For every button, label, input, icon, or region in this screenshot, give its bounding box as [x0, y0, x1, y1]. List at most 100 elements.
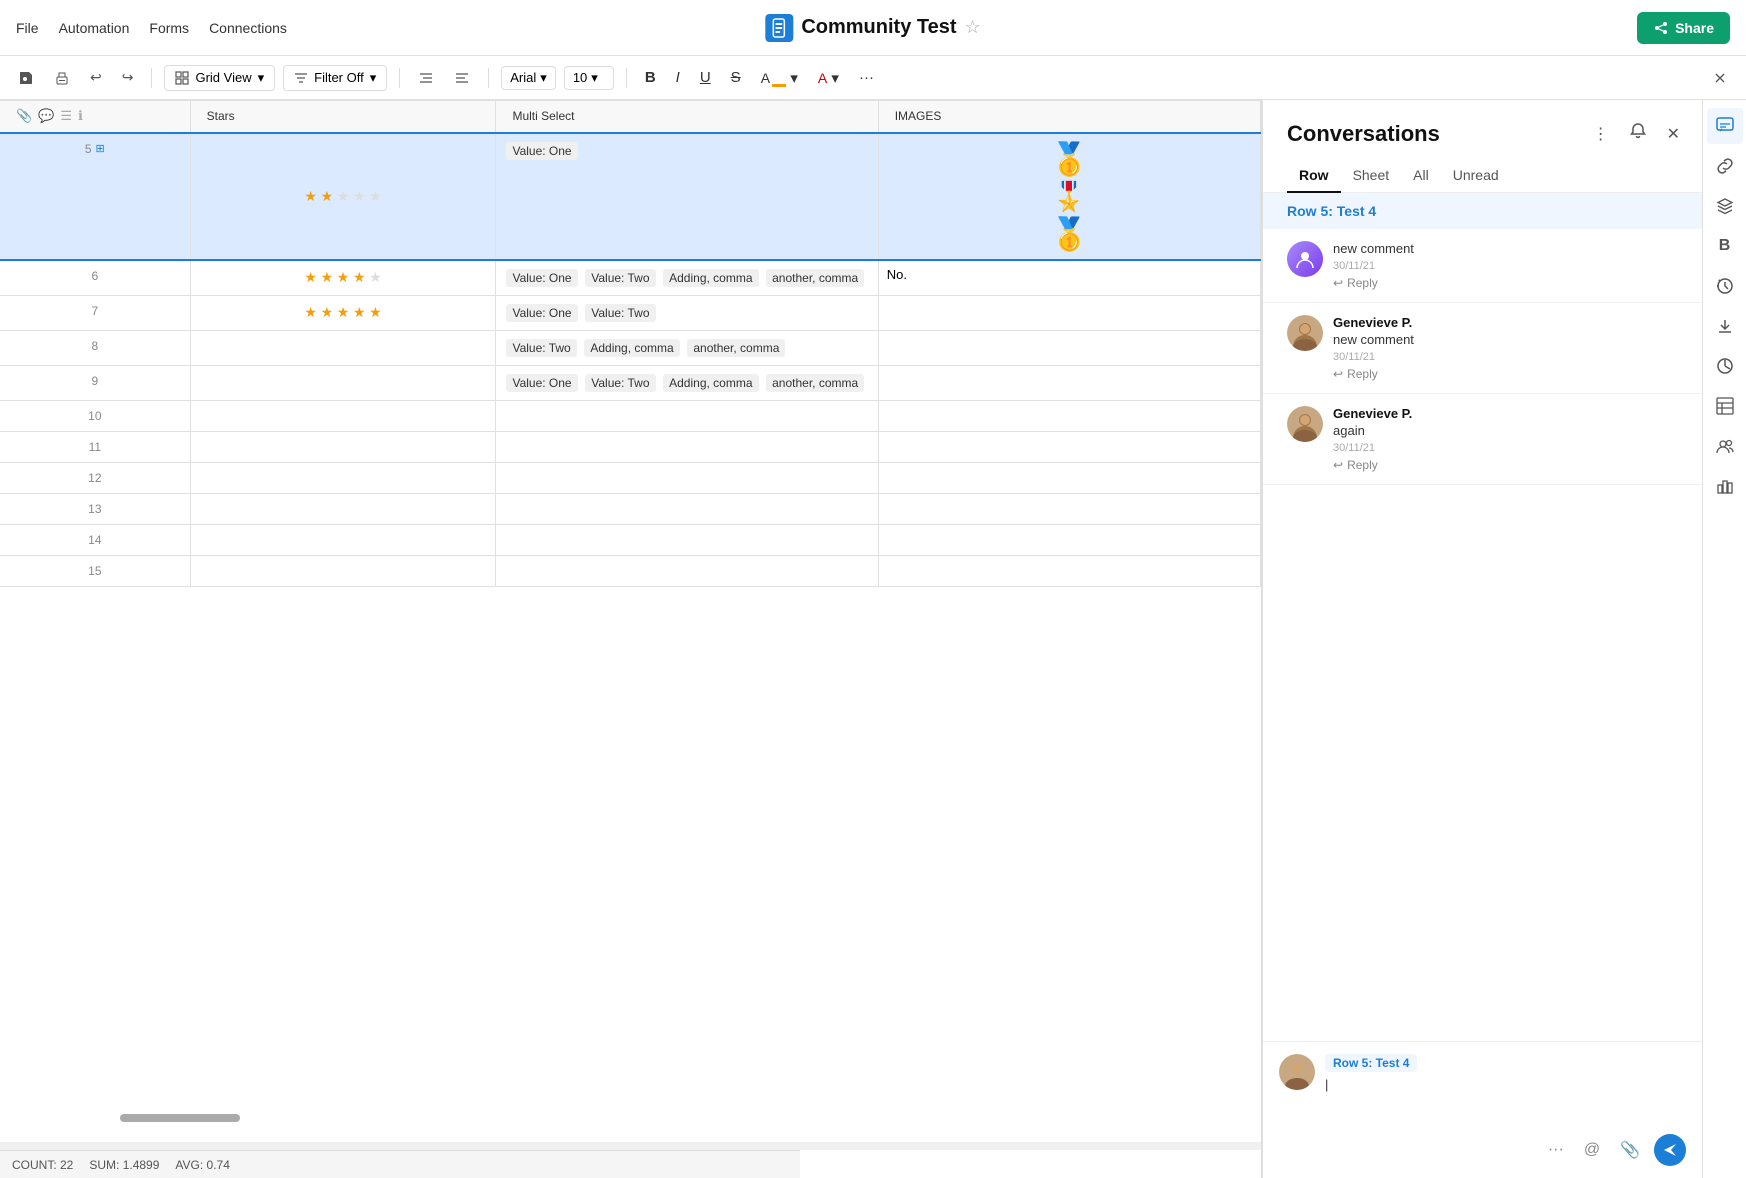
row-num-header: 📎 💬 ☰ ℹ [0, 101, 190, 133]
table-row[interactable]: 8 Value: Two Adding, comma another, comm… [0, 330, 1261, 365]
comment-1: new comment 30/11/21 ↩ Reply [1263, 229, 1702, 303]
images-cell-6[interactable]: No. [878, 260, 1260, 296]
images-cell-8[interactable] [878, 330, 1260, 365]
sidebar-download-button[interactable] [1707, 308, 1743, 344]
highlight-button[interactable]: A ▾ [755, 65, 804, 91]
table-row[interactable]: 9 Value: One Value: Two Adding, comma an… [0, 365, 1261, 400]
table-row[interactable]: 5 ⊞ ★ ★ ★ ★ ★ Value: One [0, 133, 1261, 260]
sidebar-b-button[interactable]: B [1707, 228, 1743, 264]
sidebar-table-button[interactable] [1707, 388, 1743, 424]
page-title: Community Test [801, 16, 956, 39]
stars-cell-10[interactable] [190, 400, 496, 431]
input-send-button[interactable] [1654, 1134, 1686, 1166]
font-size-label: 10 [573, 70, 587, 85]
table-row[interactable]: 12 [0, 462, 1261, 493]
more-options-button[interactable]: ··· [853, 65, 880, 90]
multi-cell-5[interactable]: Value: One [496, 133, 878, 260]
conv-close-button[interactable]: ✕ [1661, 118, 1686, 150]
conv-more-button[interactable]: ⋮ [1587, 118, 1615, 150]
font-selector[interactable]: Arial ▾ [501, 66, 556, 90]
table-row[interactable]: 14 [0, 524, 1261, 555]
sidebar-link-button[interactable] [1707, 148, 1743, 184]
redo-button[interactable]: ↪ [116, 65, 140, 90]
sidebar-users-button[interactable] [1707, 428, 1743, 464]
stars-cell-8[interactable] [190, 330, 496, 365]
menu-connections[interactable]: Connections [209, 20, 287, 36]
tab-row[interactable]: Row [1287, 159, 1341, 193]
multi-cell-6[interactable]: Value: One Value: Two Adding, comma anot… [496, 260, 878, 296]
filter-button[interactable]: Filter Off ▾ [283, 65, 387, 91]
images-cell-7[interactable] [878, 295, 1260, 330]
favorite-icon[interactable]: ☆ [965, 17, 981, 38]
stars-cell-7[interactable]: ★ ★ ★ ★ ★ [190, 295, 496, 330]
menu-forms[interactable]: Forms [149, 20, 189, 36]
indent-left-button[interactable] [412, 66, 440, 90]
tab-all[interactable]: All [1401, 159, 1441, 193]
tag-item: another, comma [766, 269, 864, 287]
undo-button[interactable]: ↩ [84, 65, 108, 90]
tag-item: Value: Two [585, 269, 655, 287]
font-dropdown-icon: ▾ [540, 70, 547, 86]
comment-date-3: 30/11/21 [1333, 442, 1678, 454]
h-scrollbar-track[interactable] [0, 1142, 1261, 1150]
table-row[interactable]: 15 [0, 555, 1261, 586]
sidebar-chart-button[interactable] [1707, 348, 1743, 384]
collapse-button[interactable] [1706, 66, 1734, 90]
grid-view-button[interactable]: Grid View ▾ [164, 65, 275, 91]
sidebar-history-button[interactable] [1707, 268, 1743, 304]
conv-notification-button[interactable] [1623, 116, 1653, 151]
h-scrollbar-thumb[interactable] [120, 1114, 240, 1122]
comment-content-1: new comment 30/11/21 ↩ Reply [1333, 241, 1678, 290]
stars-cell-6[interactable]: ★ ★ ★ ★ ★ [190, 260, 496, 296]
underline-button[interactable]: U [694, 65, 717, 90]
reply-arrow-3: ↩ [1333, 458, 1343, 472]
sidebar-comments-button[interactable] [1707, 108, 1743, 144]
input-attach-button[interactable]: 📎 [1614, 1134, 1646, 1166]
tab-unread[interactable]: Unread [1441, 159, 1511, 193]
multi-col-label: Multi Select [512, 109, 574, 123]
print-button[interactable] [48, 66, 76, 90]
menu-automation[interactable]: Automation [59, 20, 130, 36]
reply-button-2[interactable]: ↩ Reply [1333, 367, 1378, 381]
sidebar-layers-button[interactable] [1707, 188, 1743, 224]
stars-cell-9[interactable] [190, 365, 496, 400]
tab-sheet[interactable]: Sheet [1341, 159, 1402, 193]
font-size-selector[interactable]: 10 ▾ [564, 66, 614, 90]
reply-button-1[interactable]: ↩ Reply [1333, 276, 1378, 290]
multi-cell-8[interactable]: Value: Two Adding, comma another, comma [496, 330, 878, 365]
stars-cell-5[interactable]: ★ ★ ★ ★ ★ [190, 133, 496, 260]
images-column-header[interactable]: IMAGES [878, 101, 1260, 133]
menu-file[interactable]: File [16, 20, 39, 36]
reply-button-3[interactable]: ↩ Reply [1333, 458, 1378, 472]
strikethrough-button[interactable]: S [725, 65, 747, 90]
table-container[interactable]: 📎 💬 ☰ ℹ Stars [0, 100, 1261, 1178]
table-row[interactable]: 11 [0, 431, 1261, 462]
table-row[interactable]: 7 ★ ★ ★ ★ ★ Value: One Value: Two [0, 295, 1261, 330]
sidebar-bar-chart-button[interactable] [1707, 468, 1743, 504]
multi-cell-10[interactable] [496, 400, 878, 431]
comment-input[interactable] [1325, 1076, 1686, 1126]
row-expand-icon[interactable]: ⊞ [96, 142, 105, 155]
table-row[interactable]: 13 [0, 493, 1261, 524]
images-cell-10[interactable] [878, 400, 1260, 431]
table-row[interactable]: 6 ★ ★ ★ ★ ★ Value: One Value: Two Adding… [0, 260, 1261, 296]
table-row[interactable]: 10 [0, 400, 1261, 431]
multi-cell-7[interactable]: Value: One Value: Two [496, 295, 878, 330]
input-more-button[interactable]: ··· [1542, 1135, 1570, 1165]
input-mention-button[interactable]: @ [1578, 1135, 1606, 1165]
status-bar: COUNT: 22 SUM: 1.4899 AVG: 0.74 [0, 1150, 800, 1178]
stars-column-header[interactable]: Stars [190, 101, 496, 133]
indent-right-button[interactable] [448, 66, 476, 90]
text-color-button[interactable]: A ▾ [812, 65, 845, 91]
bold-button[interactable]: B [639, 65, 662, 90]
images-cell-5[interactable]: 🥇 🎖️ 🥇 [878, 133, 1260, 260]
save-button[interactable] [12, 66, 40, 90]
separator-4 [626, 68, 627, 88]
conv-body[interactable]: Row 5: Test 4 new comment 30/11/21 ↩ [1263, 193, 1702, 1041]
images-cell-9[interactable] [878, 365, 1260, 400]
multi-cell-9[interactable]: Value: One Value: Two Adding, comma anot… [496, 365, 878, 400]
share-button[interactable]: Share [1637, 12, 1730, 44]
italic-button[interactable]: I [670, 65, 686, 90]
reply-arrow-2: ↩ [1333, 367, 1343, 381]
multi-select-column-header[interactable]: Multi Select [496, 101, 878, 133]
